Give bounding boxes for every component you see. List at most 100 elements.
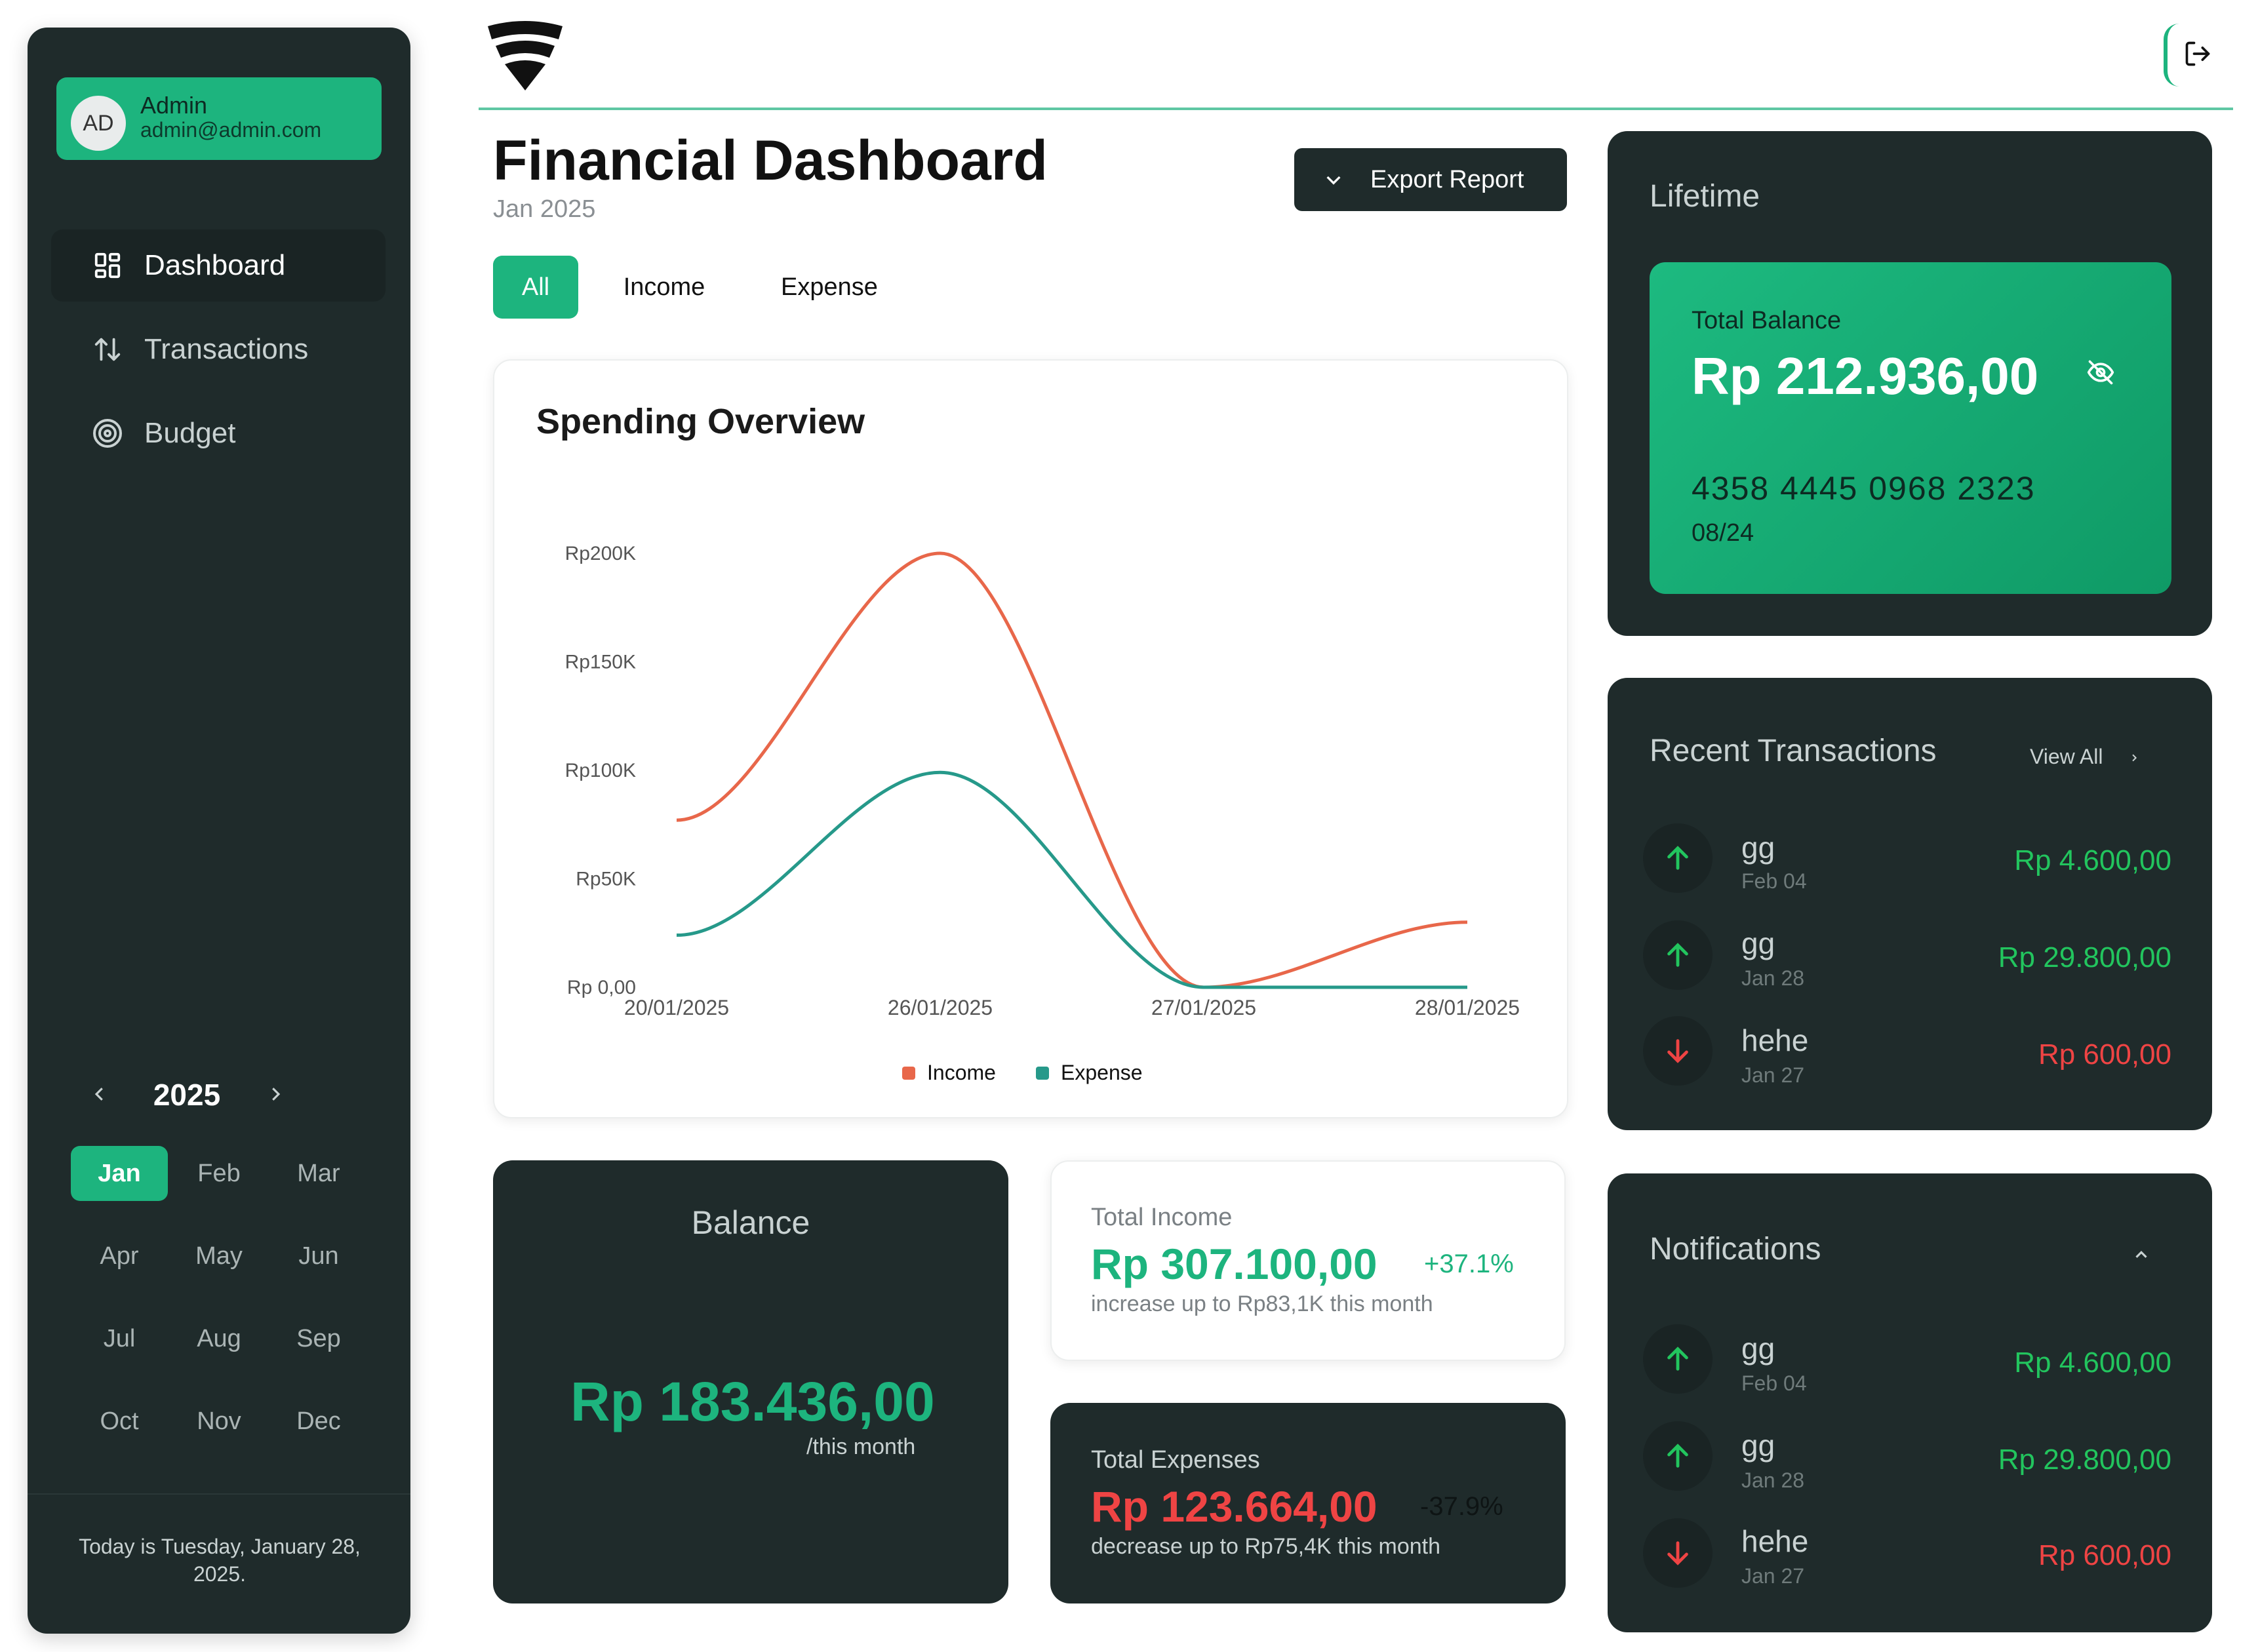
avatar[interactable]: AD xyxy=(71,96,126,151)
tab-expense[interactable]: Expense xyxy=(767,256,892,319)
month-mar[interactable]: Mar xyxy=(270,1146,367,1201)
month-aug[interactable]: Aug xyxy=(170,1311,267,1366)
notification-name: hehe xyxy=(1741,1524,1809,1558)
series-line-expense[interactable] xyxy=(676,770,1467,989)
user-name: Admin xyxy=(140,92,208,119)
notification-amount: Rp 600,00 xyxy=(2038,1539,2171,1571)
month-apr[interactable]: Apr xyxy=(71,1229,168,1284)
sidebar-divider xyxy=(28,1493,410,1495)
transaction-amount: Rp 600,00 xyxy=(2038,1038,2171,1071)
sidebar-item-transactions[interactable]: Transactions xyxy=(51,313,386,385)
legend-income[interactable]: Income xyxy=(902,1061,996,1085)
month-jan[interactable]: Jan xyxy=(71,1146,168,1201)
total-balance-label: Total Balance xyxy=(1692,307,1842,334)
total-balance-value: Rp 212.936,00 xyxy=(1692,347,2039,405)
x-tick-label: 26/01/2025 xyxy=(888,996,993,1019)
grid-icon xyxy=(92,250,123,281)
sidebar-item-label: Transactions xyxy=(144,333,309,365)
arrow-up-icon xyxy=(1643,1421,1713,1491)
page-title: Financial Dashboard xyxy=(493,129,1048,192)
income-change-text: increase up to Rp83,1K this month xyxy=(1091,1291,1433,1316)
total-income-value: Rp 307.100,00 xyxy=(1091,1240,1377,1288)
legend-label: Expense xyxy=(1061,1061,1143,1084)
total-income-label: Total Income xyxy=(1091,1204,1233,1231)
transaction-name: hehe xyxy=(1741,1023,1809,1057)
calendar-year: 2025 xyxy=(153,1078,221,1112)
tab-all[interactable]: All xyxy=(493,256,578,319)
next-year-button[interactable] xyxy=(256,1075,295,1114)
tab-income[interactable]: Income xyxy=(608,256,720,319)
header-divider xyxy=(479,108,2233,110)
app-logo[interactable] xyxy=(485,20,565,93)
logout-button[interactable] xyxy=(2164,24,2228,87)
month-dec[interactable]: Dec xyxy=(270,1394,367,1449)
chevron-up-icon xyxy=(2131,1245,2151,1268)
y-tick-label: Rp200K xyxy=(565,543,636,564)
month-oct[interactable]: Oct xyxy=(71,1394,168,1449)
balance-label: Balance xyxy=(691,1204,810,1241)
arrow-up-icon xyxy=(1643,920,1713,990)
total-expenses-label: Total Expenses xyxy=(1091,1446,1260,1474)
export-report-label: Export Report xyxy=(1370,165,1524,193)
month-may[interactable]: May xyxy=(170,1229,267,1284)
expense-change-badge: -37.9% xyxy=(1420,1492,1503,1521)
transaction-amount: Rp 4.600,00 xyxy=(2014,844,2171,876)
sidebar-item-label: Dashboard xyxy=(144,249,286,281)
sidebar-item-budget[interactable]: Budget xyxy=(51,397,386,469)
expense-change-text: decrease up to Rp75,4K this month xyxy=(1091,1534,1440,1559)
transaction-amount: Rp 29.800,00 xyxy=(1998,941,2171,974)
month-sep[interactable]: Sep xyxy=(270,1311,367,1366)
notification-name: gg xyxy=(1741,1428,1775,1463)
notification-name: gg xyxy=(1741,1331,1775,1366)
eye-off-icon[interactable] xyxy=(2082,354,2119,391)
balance-value: Rp 183.436,00 xyxy=(570,1371,935,1432)
notification-date: Jan 27 xyxy=(1741,1564,1805,1588)
notifications-title: Notifications xyxy=(1650,1232,1821,1267)
sidebar-item-dashboard[interactable]: Dashboard xyxy=(51,229,386,302)
export-report-button[interactable]: Export Report xyxy=(1294,148,1567,211)
swap-arrows-icon xyxy=(92,334,123,365)
total-expenses-value: Rp 123.664,00 xyxy=(1091,1482,1377,1531)
transaction-date: Jan 28 xyxy=(1741,966,1805,990)
chevron-right-icon xyxy=(2129,747,2139,768)
card-number: 4358 4445 0968 2323 xyxy=(1692,470,2036,507)
arrow-up-icon xyxy=(1643,1324,1713,1394)
series-line-income[interactable] xyxy=(676,551,1468,989)
month-feb[interactable]: Feb xyxy=(170,1146,267,1201)
today-date-text: Today is Tuesday, January 28, 2025. xyxy=(79,1535,361,1586)
legend-swatch xyxy=(1036,1066,1049,1080)
legend-label: Income xyxy=(927,1061,996,1084)
arrow-down-icon xyxy=(1643,1518,1713,1588)
month-nov[interactable]: Nov xyxy=(170,1394,267,1449)
transaction-date: Jan 27 xyxy=(1741,1063,1805,1087)
target-icon xyxy=(92,418,123,449)
previous-year-button[interactable] xyxy=(80,1075,119,1114)
arrow-down-icon xyxy=(1643,1016,1713,1086)
x-tick-label: 28/01/2025 xyxy=(1415,996,1520,1019)
chevron-left-icon xyxy=(90,1078,109,1111)
month-jul[interactable]: Jul xyxy=(71,1311,168,1366)
collapse-notifications-button[interactable] xyxy=(2122,1236,2161,1276)
legend-swatch xyxy=(902,1066,915,1080)
view-all-label: View All xyxy=(2030,745,2103,768)
notification-amount: Rp 29.800,00 xyxy=(1998,1444,2171,1476)
transaction-name: gg xyxy=(1741,831,1775,865)
recent-transactions-title: Recent Transactions xyxy=(1650,734,1937,768)
transaction-name: gg xyxy=(1741,926,1775,960)
sidebar-item-label: Budget xyxy=(144,417,236,449)
view-all-link[interactable]: View All xyxy=(2030,745,2139,769)
month-jun[interactable]: Jun xyxy=(270,1229,367,1284)
balance-period: /this month xyxy=(806,1434,916,1459)
arrow-up-icon xyxy=(1643,823,1713,893)
card-expiry: 08/24 xyxy=(1692,519,1754,547)
chevron-down-icon xyxy=(1323,169,1344,190)
x-tick-label: 20/01/2025 xyxy=(624,996,729,1019)
x-tick-label: 27/01/2025 xyxy=(1151,996,1256,1019)
chevron-right-icon xyxy=(266,1078,285,1111)
y-tick-label: Rp100K xyxy=(565,760,636,781)
legend-expense[interactable]: Expense xyxy=(1036,1061,1143,1085)
notification-date: Feb 04 xyxy=(1741,1371,1807,1395)
income-change-badge: +37.1% xyxy=(1424,1249,1514,1278)
transaction-date: Feb 04 xyxy=(1741,869,1807,893)
notification-amount: Rp 4.600,00 xyxy=(2014,1347,2171,1379)
